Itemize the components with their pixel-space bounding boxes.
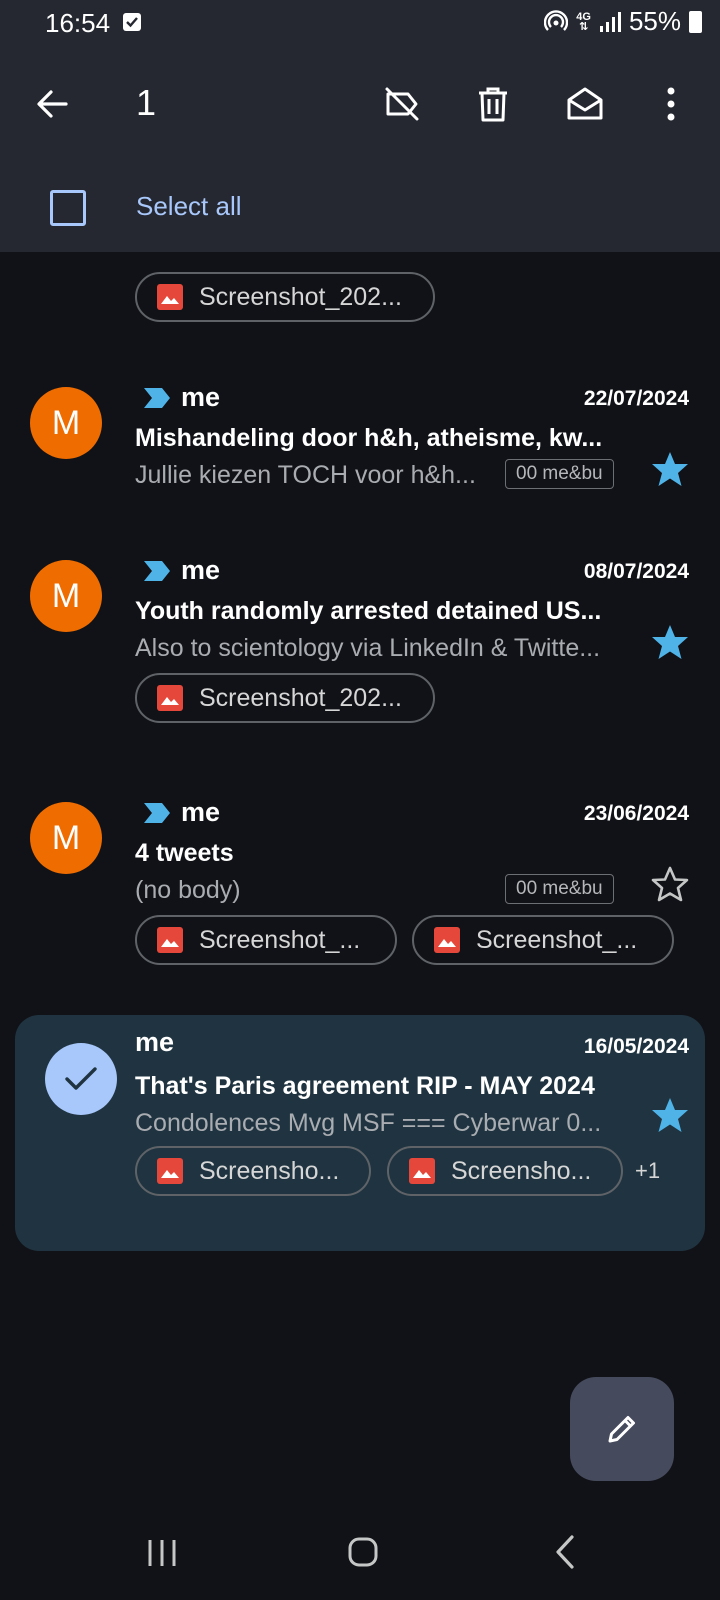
- home-icon[interactable]: [347, 1536, 379, 1568]
- checkbox-notification-icon: [123, 13, 141, 31]
- email-list: Screenshot_202... M me 22/07/2024 Mishan…: [0, 252, 720, 1552]
- email-item[interactable]: M me 22/07/2024 Mishandeling door h&h, a…: [0, 377, 720, 517]
- delete-button[interactable]: [465, 76, 521, 132]
- email-item[interactable]: M me 08/07/2024 Youth randomly arrested …: [0, 550, 720, 750]
- email-snippet: Also to scientology via LinkedIn & Twitt…: [135, 634, 601, 662]
- trash-icon: [479, 87, 507, 122]
- selected-check-avatar[interactable]: [45, 1043, 117, 1115]
- status-icons: 4G ⇅ 55%: [544, 6, 702, 37]
- nav-back-icon[interactable]: [553, 1534, 577, 1570]
- more-options-button[interactable]: [643, 76, 699, 132]
- email-subject: Mishandeling door h&h, atheisme, kw...: [135, 424, 603, 452]
- open-envelope-icon: [567, 87, 603, 120]
- email-date: 23/06/2024: [583, 802, 689, 825]
- selected-count: 1: [136, 82, 157, 123]
- image-icon: [409, 1158, 435, 1184]
- arrow-back-icon: [37, 90, 68, 118]
- attachment-chip[interactable]: Screenshot_202...: [135, 673, 435, 723]
- important-marker-icon: [144, 387, 170, 408]
- avatar[interactable]: M: [30, 387, 102, 459]
- battery-percent: 55%: [628, 6, 681, 36]
- sender-row: me: [143, 797, 220, 828]
- more-vert-icon: [667, 87, 675, 121]
- email-subject: 4 tweets: [135, 839, 234, 867]
- compose-button[interactable]: [570, 1377, 674, 1481]
- mark-read-button[interactable]: [557, 76, 613, 132]
- pencil-icon: [608, 1416, 635, 1443]
- email-snippet: (no body): [135, 876, 241, 904]
- network-type: 4G ⇅: [576, 10, 591, 33]
- system-nav-bar: [0, 1520, 720, 1600]
- hotspot-icon: [544, 9, 569, 31]
- select-all-checkbox[interactable]: [50, 190, 86, 226]
- attachment-chip[interactable]: Screenshot_...: [135, 915, 397, 965]
- email-date: 08/07/2024: [583, 560, 689, 583]
- email-subject: Youth randomly arrested detained US...: [135, 597, 602, 625]
- back-button[interactable]: [24, 76, 80, 132]
- email-snippet: Condolences Mvg MSF === Cyberwar 0...: [135, 1109, 602, 1137]
- star-outline-icon[interactable]: [650, 864, 690, 904]
- image-icon: [434, 927, 460, 953]
- attachment-chip[interactable]: Screenshot_202...: [135, 272, 435, 322]
- email-date: 16/05/2024: [583, 1035, 689, 1058]
- attachment-chip[interactable]: Screensho...: [135, 1146, 371, 1196]
- more-attachments-count[interactable]: +1: [635, 1158, 660, 1184]
- sender-name: me: [181, 555, 221, 585]
- attachment-chip[interactable]: Screenshot_...: [412, 915, 674, 965]
- signal-icon: [599, 11, 621, 32]
- sender-row: me: [143, 555, 220, 586]
- avatar[interactable]: M: [30, 802, 102, 874]
- email-date: 22/07/2024: [583, 387, 689, 410]
- star-filled-icon[interactable]: [650, 449, 690, 489]
- app-bar: 16:54 4G ⇅ 55% 1 Select all: [0, 0, 720, 252]
- mark-not-important-button[interactable]: [374, 76, 430, 132]
- avatar[interactable]: M: [30, 560, 102, 632]
- status-time: 16:54: [45, 8, 111, 38]
- status-bar: 16:54 4G ⇅ 55%: [0, 0, 720, 48]
- image-icon: [157, 927, 183, 953]
- select-all-label[interactable]: Select all: [136, 191, 242, 222]
- star-filled-icon[interactable]: [650, 1095, 690, 1135]
- sender-name: me: [135, 1027, 175, 1057]
- label-chip: 00 me&bu: [505, 459, 614, 489]
- image-icon: [157, 1158, 183, 1184]
- email-item-selected[interactable]: me 16/05/2024 That's Paris agreement RIP…: [15, 1015, 705, 1251]
- attachment-chip[interactable]: Screensho...: [387, 1146, 623, 1196]
- recent-apps-icon[interactable]: [146, 1538, 178, 1568]
- check-icon: [65, 1067, 97, 1090]
- email-subject: That's Paris agreement RIP - MAY 2024: [135, 1072, 595, 1100]
- sender-name: me: [181, 797, 221, 827]
- important-marker-icon: [144, 560, 170, 581]
- select-all-row[interactable]: Select all: [0, 180, 720, 240]
- sender-row: me: [143, 382, 220, 413]
- label-chip: 00 me&bu: [505, 874, 614, 904]
- image-icon: [157, 685, 183, 711]
- star-filled-icon[interactable]: [650, 622, 690, 662]
- image-icon: [157, 284, 183, 310]
- battery-icon: [689, 10, 702, 33]
- selection-toolbar: 1: [0, 66, 720, 142]
- sender-name: me: [181, 382, 221, 412]
- label-off-icon: [385, 87, 419, 121]
- important-marker-icon: [144, 802, 170, 823]
- email-snippet: Jullie kiezen TOCH voor h&h...: [135, 461, 476, 489]
- email-item[interactable]: M me 23/06/2024 4 tweets (no body) 00 me…: [0, 792, 720, 992]
